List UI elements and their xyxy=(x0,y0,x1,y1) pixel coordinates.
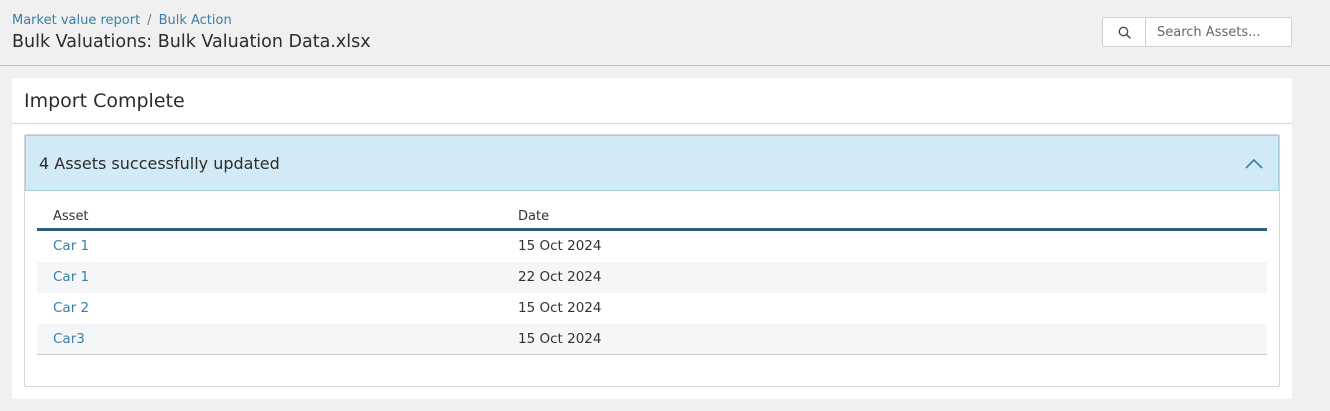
table-row: Car3 15 Oct 2024 xyxy=(37,324,1267,355)
table-row: Car 2 15 Oct 2024 xyxy=(37,293,1267,324)
search-input[interactable] xyxy=(1146,18,1290,46)
card-title: Import Complete xyxy=(24,90,185,112)
search-icon xyxy=(1118,26,1131,39)
breadcrumb-bulk-action[interactable]: Bulk Action xyxy=(159,13,232,28)
assets-table: Asset Date Car 1 15 Oct 2024 Car 1 22 Oc… xyxy=(37,205,1267,355)
breadcrumb-separator: / xyxy=(147,13,152,28)
search-box xyxy=(1102,17,1292,47)
date-cell: 15 Oct 2024 xyxy=(518,331,602,347)
table-row: Car 1 22 Oct 2024 xyxy=(37,262,1267,293)
asset-link[interactable]: Car 1 xyxy=(53,269,89,285)
date-cell: 15 Oct 2024 xyxy=(518,300,602,316)
panel-header-toggle[interactable]: 4 Assets successfully updated xyxy=(25,135,1279,191)
page-title: Bulk Valuations: Bulk Valuation Data.xls… xyxy=(12,32,371,52)
breadcrumb: Market value report / Bulk Action xyxy=(12,13,232,28)
asset-link[interactable]: Car3 xyxy=(53,331,85,347)
chevron-up-icon[interactable] xyxy=(1244,156,1264,170)
page-header: Market value report / Bulk Action Bulk Val… xyxy=(0,0,1330,66)
card-divider xyxy=(12,123,1292,124)
asset-link[interactable]: Car 1 xyxy=(53,238,89,254)
column-header-asset: Asset xyxy=(53,209,89,224)
date-cell: 22 Oct 2024 xyxy=(518,269,602,285)
updated-assets-panel: 4 Assets successfully updated Asset Date… xyxy=(24,134,1280,387)
date-cell: 15 Oct 2024 xyxy=(518,238,602,254)
table-header: Asset Date xyxy=(37,205,1267,231)
table-row: Car 1 15 Oct 2024 xyxy=(37,231,1267,262)
column-header-date: Date xyxy=(518,209,550,224)
import-complete-card: Import Complete 4 Assets successfully up… xyxy=(12,78,1292,399)
asset-link[interactable]: Car 2 xyxy=(53,300,89,316)
search-button[interactable] xyxy=(1103,18,1146,46)
panel-header-label: 4 Assets successfully updated xyxy=(39,154,280,173)
breadcrumb-market-value-report[interactable]: Market value report xyxy=(12,13,140,28)
